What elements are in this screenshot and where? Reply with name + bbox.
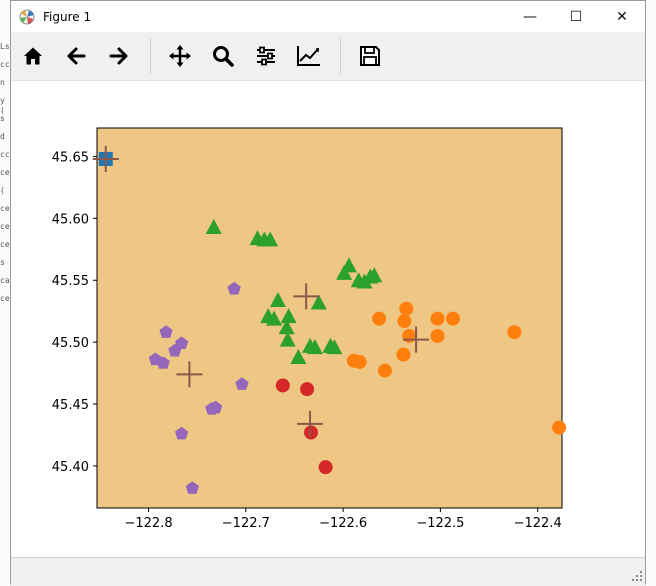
figure-canvas[interactable]: −122.8 −122.7 −122.6 −122.5 −122.4 45.40 45.45… [11,81,645,557]
data-point-circle [399,301,414,316]
y-tick-label: 45.40 [52,460,89,475]
save-button[interactable] [354,40,386,72]
forward-arrow-icon [109,47,128,65]
subplots-button[interactable] [250,40,282,72]
home-button[interactable] [17,40,49,72]
editor-text-fragment: s [0,114,5,123]
data-point-circle [377,363,392,378]
forward-button[interactable] [103,40,135,72]
maximize-button[interactable]: ☐ [553,1,599,32]
data-point-circle [318,460,333,475]
x-tick-label: −122.8 [125,516,173,531]
matplotlib-app-icon [19,9,35,24]
x-tick-label: −122.7 [222,516,270,531]
editor-text-fragment: ca [0,276,10,285]
editor-text-fragment: ce [0,294,10,303]
back-arrow-icon [67,47,86,65]
data-point-circle [430,328,445,343]
toolbar-separator [150,38,151,74]
editor-text-fragment: ce [0,222,10,231]
editor-text-fragment: cc [0,60,10,69]
zoom-button[interactable] [207,40,239,72]
status-bar [11,557,645,584]
home-icon [24,47,42,65]
data-point-circle [396,347,411,362]
data-point-circle [552,420,567,435]
scatter-plot[interactable]: −122.8 −122.7 −122.6 −122.5 −122.4 45.40 45.45… [11,81,645,557]
data-point-circle [372,311,387,326]
navigation-toolbar [11,32,645,81]
data-point-circle [507,325,522,340]
editor-text-fragment: ce [0,204,10,213]
figure-window: Figure 1 — ☐ ✕ −122.8 −122.7 −122.6 −122… [10,0,646,584]
window-title: Figure 1 [43,9,92,24]
pan-icon [169,45,191,67]
title-bar[interactable]: Figure 1 — ☐ ✕ [11,1,645,32]
y-tick-label: 45.45 [52,398,89,413]
y-tick-label: 45.65 [52,150,89,165]
y-tick-label: 45.55 [52,274,89,289]
editor-text-fragment: Ls [0,42,10,51]
editor-text-fragment: s [0,258,5,267]
window-controls: — ☐ ✕ [507,1,645,32]
close-button[interactable]: ✕ [599,1,645,32]
data-point-circle [402,328,417,343]
zoom-icon [213,46,234,67]
data-point-circle [275,378,290,393]
editor-text-fragment: y ( [0,96,5,115]
x-tick-label: −122.5 [416,516,464,531]
toolbar-separator [340,38,341,74]
back-button[interactable] [60,40,92,72]
edit-curves-button[interactable] [293,40,325,72]
minimize-button[interactable]: — [507,1,553,32]
data-point-circle [346,353,361,368]
data-point-circle [397,314,412,329]
data-point-circle [300,382,315,397]
editor-text-fragment: cc [0,150,10,159]
data-point-circle [430,311,445,326]
editor-text-fragment: ( [0,186,5,195]
x-tick-label: −122.4 [514,516,562,531]
subplots-icon [257,46,275,66]
x-tick-label: −122.6 [319,516,367,531]
editor-text-fragment: d [0,132,5,141]
edit-curves-icon [297,46,320,66]
y-tick-label: 45.60 [52,212,89,227]
editor-text-fragment: ce [0,168,10,177]
background-editor-strip-right [645,0,656,586]
resize-grip-icon[interactable] [631,570,643,582]
save-icon [360,46,380,66]
editor-text-fragment: ce [0,240,10,249]
basemap-land [97,128,562,508]
editor-text-fragment: n [0,78,5,87]
y-tick-label: 45.50 [52,336,89,351]
pan-button[interactable] [164,40,196,72]
data-point-circle [446,311,461,326]
